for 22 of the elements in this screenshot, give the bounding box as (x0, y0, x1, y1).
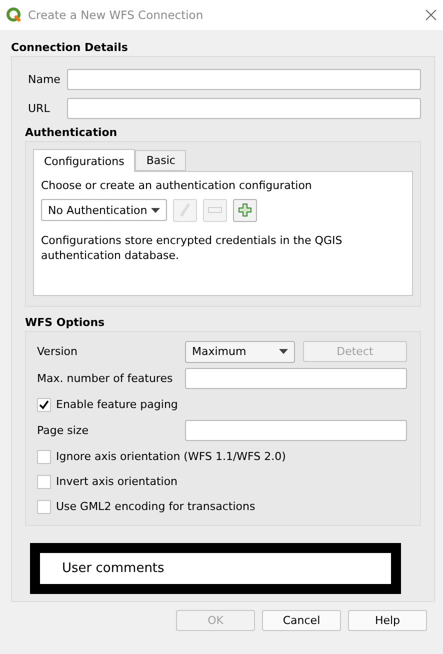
checkbox-label: Use GML2 encoding for transactions (56, 500, 256, 513)
checkbox-label: Ignore axis orientation (WFS 1.1/WFS 2.0) (56, 450, 286, 463)
comment-text: User comments (62, 561, 164, 576)
dropdown[interactable]: No Authentication (41, 199, 167, 221)
dialog-button[interactable]: Cancel (262, 610, 341, 631)
checkbox-label: Enable feature paging (56, 398, 178, 411)
tab[interactable]: Configurations (33, 149, 136, 172)
note-text: Configurations store encrypted credentials in the QGIS authentication database. (41, 233, 344, 263)
field-label: Page size (37, 424, 90, 437)
tab[interactable]: Basic (135, 150, 186, 171)
section-heading: Authentication (25, 124, 118, 140)
window-title: Create a New WFS Connection (28, 8, 204, 22)
field-label: Max. number of features (37, 372, 174, 385)
prompt-text: Choose or create an authentication configuration (41, 178, 313, 193)
section-heading: Connection Details (11, 40, 129, 56)
field-label: Version (37, 345, 78, 358)
section-heading: WFS Options (25, 314, 106, 330)
field-label: URL (27, 102, 51, 115)
checkbox-label: Invert axis orientation (56, 475, 178, 488)
dialog-button[interactable]: Help (348, 610, 427, 631)
dropdown[interactable]: Maximum (185, 340, 295, 362)
field-label: Name (27, 73, 59, 86)
